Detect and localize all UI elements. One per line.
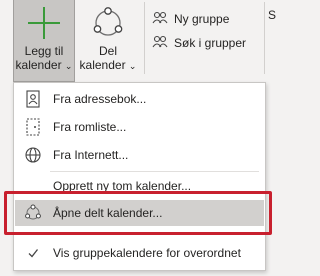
plus-icon [27, 6, 61, 40]
people-add-icon [152, 11, 170, 27]
new-group-button[interactable]: Ny gruppe [152, 10, 229, 28]
highlight-box [4, 191, 272, 235]
ribbon: Legg til kalender ⌄ Del kalender ⌄ Ny gr… [0, 0, 277, 84]
share-calendar-label: Del kalender ⌄ [79, 44, 137, 72]
menu-item-from-internet[interactable]: Fra Internett... [15, 142, 264, 168]
address-book-icon [24, 90, 42, 108]
globe-icon [24, 146, 42, 164]
share-icon [91, 6, 125, 40]
add-calendar-button[interactable]: Legg til kalender ⌄ [13, 0, 75, 82]
search-groups-button[interactable]: Søk i grupper [152, 34, 246, 52]
ribbon-divider [144, 2, 145, 74]
room-list-icon [24, 118, 42, 136]
menu-separator [50, 171, 259, 172]
add-calendar-label: Legg til kalender ⌄ [15, 44, 73, 72]
menu-item-from-address-book[interactable]: Fra adressebok... [15, 86, 264, 112]
menu-item-show-group-calendars[interactable]: Vis gruppekalendere for overordnet [15, 240, 264, 266]
chevron-down-icon: ⌄ [64, 61, 73, 71]
people-search-icon [152, 35, 170, 51]
share-calendar-button[interactable]: Del kalender ⌄ [77, 0, 139, 82]
add-calendar-menu: Fra adressebok... Fra romliste... Fra In… [13, 82, 266, 271]
truncated-ribbon-item[interactable]: S [268, 8, 276, 22]
ribbon-divider [264, 2, 265, 74]
checkmark-icon [24, 244, 42, 262]
menu-item-from-room-list[interactable]: Fra romliste... [15, 114, 264, 140]
chevron-down-icon: ⌄ [128, 61, 137, 71]
